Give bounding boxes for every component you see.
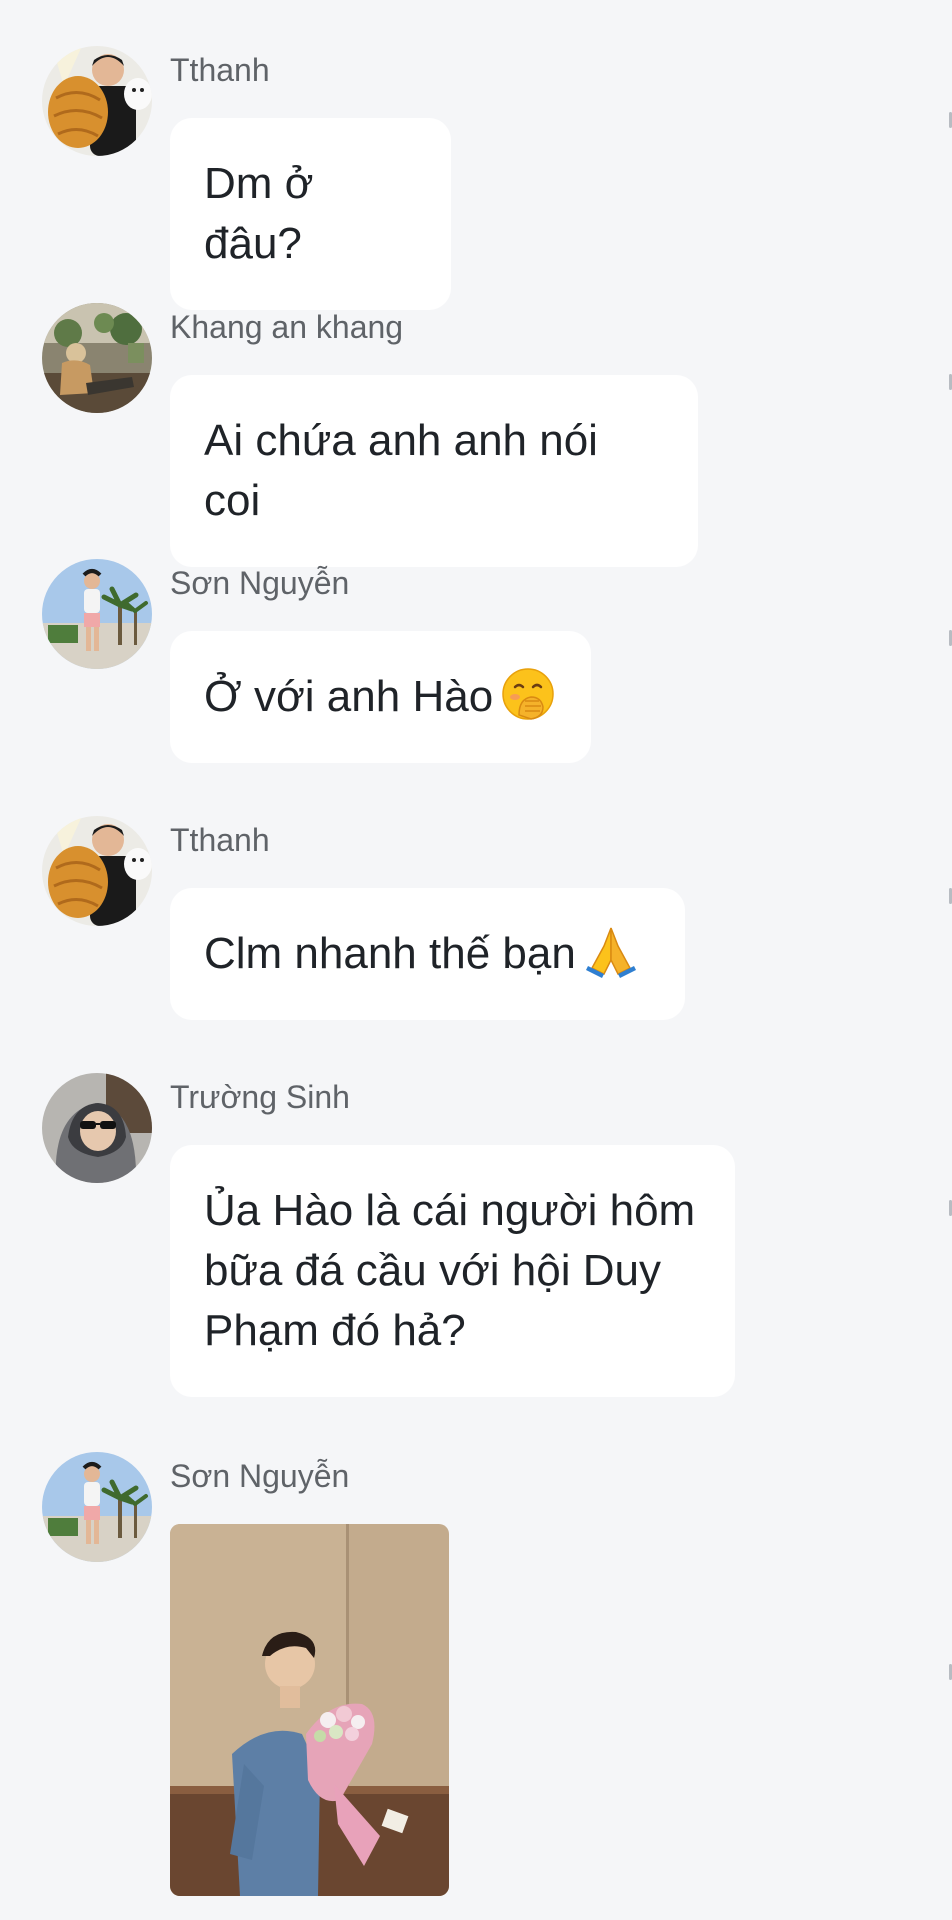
message-text: Ủa Hào là cái người hôm bữa đá cầu với h… bbox=[204, 1186, 696, 1355]
face-with-hand-over-mouth-emoji-icon bbox=[501, 667, 555, 721]
hooded-sunglasses-avatar-icon bbox=[42, 1073, 152, 1183]
message-bubble[interactable]: Ủa Hào là cái người hôm bữa đá cầu với h… bbox=[170, 1145, 735, 1397]
palm-tree-avatar-icon bbox=[42, 1452, 152, 1562]
message-text: Clm nhanh thế bạn bbox=[204, 929, 576, 978]
sender-name: Tthanh bbox=[170, 822, 270, 858]
avatar[interactable] bbox=[42, 816, 152, 926]
bread-hug-avatar-icon bbox=[42, 46, 152, 156]
avatar[interactable] bbox=[42, 559, 152, 669]
message-bubble[interactable]: Ở với anh Hào bbox=[170, 631, 591, 763]
avatar[interactable] bbox=[42, 46, 152, 156]
message-bubble[interactable]: Clm nhanh thế bạn bbox=[170, 888, 685, 1020]
sender-name: Trường Sinh bbox=[170, 1079, 350, 1115]
message-text: Dm ở đâu? bbox=[204, 159, 314, 268]
seated-man-avatar-icon bbox=[42, 303, 152, 413]
folded-hands-emoji-icon bbox=[584, 924, 638, 978]
message-text: Ai chứa anh anh nói coi bbox=[204, 416, 598, 525]
sender-name: Sơn Nguyễn bbox=[170, 1458, 350, 1494]
avatar[interactable] bbox=[42, 303, 152, 413]
message-text: Ở với anh Hào bbox=[204, 672, 494, 721]
message-photo[interactable] bbox=[170, 1524, 449, 1896]
chat-message-list[interactable]: Tthanh Dm ở đâu? Khang an khang Ai chứa … bbox=[0, 0, 952, 1920]
man-holding-flower-bouquet-photo-icon bbox=[170, 1524, 449, 1896]
bread-hug-avatar-icon bbox=[42, 816, 152, 926]
avatar[interactable] bbox=[42, 1073, 152, 1183]
avatar[interactable] bbox=[42, 1452, 152, 1562]
sender-name: Sơn Nguyễn bbox=[170, 565, 350, 601]
message-bubble[interactable]: Ai chứa anh anh nói coi bbox=[170, 375, 698, 567]
scroll-edge-markers bbox=[948, 0, 952, 1920]
sender-name: Khang an khang bbox=[170, 309, 404, 345]
palm-tree-avatar-icon bbox=[42, 559, 152, 669]
sender-name: Tthanh bbox=[170, 52, 270, 88]
message-bubble[interactable]: Dm ở đâu? bbox=[170, 118, 451, 310]
